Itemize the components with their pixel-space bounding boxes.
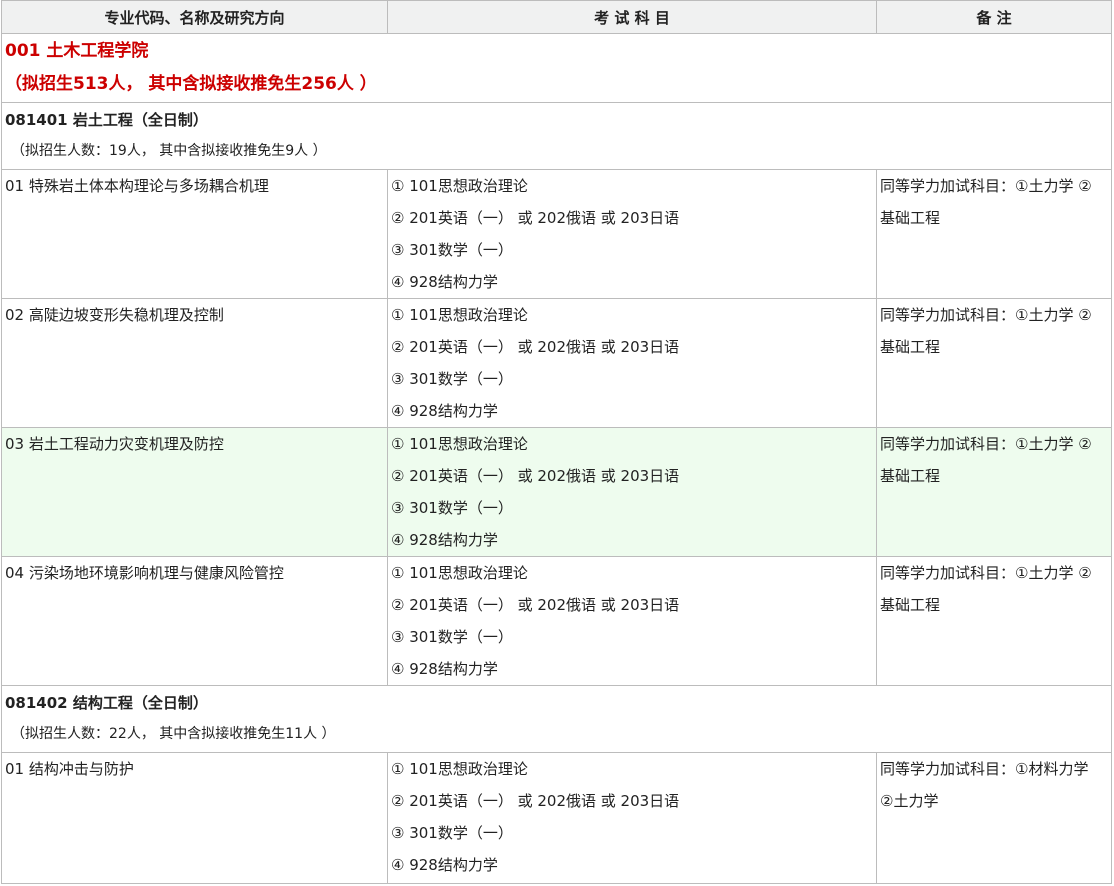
note-line: 同等学力加试科目：①土力学 ② bbox=[880, 564, 1092, 582]
major-title: 081402 结构工程（全日制） bbox=[5, 694, 208, 712]
direction-row: 01 特殊岩土体本构理论与多场耦合机理 ① 101思想政治理论 ② 201英语（… bbox=[1, 169, 1112, 299]
subject-item: ① 101思想政治理论 bbox=[391, 760, 528, 778]
direction-row: 01 结构冲击与防护 ① 101思想政治理论 ② 201英语（一） 或 202俄… bbox=[1, 752, 1112, 884]
major-quota: （拟招生人数：19人， 其中含拟接收推免生9人 ） bbox=[11, 143, 327, 159]
subject-item: ③ 301数学（一） bbox=[391, 628, 513, 646]
header-major: 专业代码、名称及研究方向 bbox=[1, 0, 388, 34]
subject-item: ④ 928结构力学 bbox=[391, 273, 498, 291]
note-line: 同等学力加试科目：①土力学 ② bbox=[880, 435, 1092, 453]
subject-item: ② 201英语（一） 或 202俄语 或 203日语 bbox=[391, 596, 680, 614]
subject-item: ③ 301数学（一） bbox=[391, 824, 513, 842]
direction-name: 04 污染场地环境影响机理与健康风险管控 bbox=[5, 564, 284, 582]
subject-item: ② 201英语（一） 或 202俄语 或 203日语 bbox=[391, 467, 680, 485]
header-row: 专业代码、名称及研究方向 考 试 科 目 备 注 bbox=[1, 0, 1112, 34]
school-quota: （拟招生513人， 其中含拟接收推免生256人 ） bbox=[5, 74, 377, 94]
major-row: 081402 结构工程（全日制） （拟招生人数：22人， 其中含拟接收推免生11… bbox=[1, 685, 1112, 753]
subject-item: ④ 928结构力学 bbox=[391, 856, 498, 874]
note-line: 同等学力加试科目：①材料力学 bbox=[880, 760, 1089, 778]
direction-name: 02 高陡边坡变形失稳机理及控制 bbox=[5, 306, 224, 324]
direction-name: 01 特殊岩土体本构理论与多场耦合机理 bbox=[5, 177, 269, 195]
school-row: 001 土木工程学院 （拟招生513人， 其中含拟接收推免生256人 ） bbox=[1, 33, 1112, 103]
note-line: ②土力学 bbox=[880, 792, 939, 810]
subject-item: ① 101思想政治理论 bbox=[391, 435, 528, 453]
direction-row: 02 高陡边坡变形失稳机理及控制 ① 101思想政治理论 ② 201英语（一） … bbox=[1, 298, 1112, 428]
header-subjects: 考 试 科 目 bbox=[387, 0, 877, 34]
catalog-table: 专业代码、名称及研究方向 考 试 科 目 备 注 001 土木工程学院 （拟招生… bbox=[1, 0, 1112, 884]
subject-item: ② 201英语（一） 或 202俄语 或 203日语 bbox=[391, 792, 680, 810]
subject-item: ③ 301数学（一） bbox=[391, 499, 513, 517]
note-line: 基础工程 bbox=[880, 467, 941, 485]
note-line: 同等学力加试科目：①土力学 ② bbox=[880, 177, 1092, 195]
note-line: 同等学力加试科目：①土力学 ② bbox=[880, 306, 1092, 324]
header-notes: 备 注 bbox=[876, 0, 1112, 34]
direction-name: 03 岩土工程动力灾变机理及防控 bbox=[5, 435, 224, 453]
direction-row: 04 污染场地环境影响机理与健康风险管控 ① 101思想政治理论 ② 201英语… bbox=[1, 556, 1112, 686]
direction-name: 01 结构冲击与防护 bbox=[5, 760, 134, 778]
subject-item: ④ 928结构力学 bbox=[391, 531, 498, 549]
note-line: 基础工程 bbox=[880, 209, 941, 227]
subject-item: ① 101思想政治理论 bbox=[391, 177, 528, 195]
note-line: 基础工程 bbox=[880, 338, 941, 356]
subject-item: ② 201英语（一） 或 202俄语 或 203日语 bbox=[391, 338, 680, 356]
subject-item: ③ 301数学（一） bbox=[391, 241, 513, 259]
major-quota: （拟招生人数：22人， 其中含拟接收推免生11人 ） bbox=[11, 726, 336, 742]
major-row: 081401 岩土工程（全日制） （拟招生人数：19人， 其中含拟接收推免生9人… bbox=[1, 102, 1112, 170]
subject-item: ④ 928结构力学 bbox=[391, 660, 498, 678]
subject-item: ③ 301数学（一） bbox=[391, 370, 513, 388]
subject-item: ④ 928结构力学 bbox=[391, 402, 498, 420]
school-name: 001 土木工程学院 bbox=[5, 41, 149, 61]
subject-item: ① 101思想政治理论 bbox=[391, 306, 528, 324]
subject-item: ① 101思想政治理论 bbox=[391, 564, 528, 582]
direction-row-highlighted: 03 岩土工程动力灾变机理及防控 ① 101思想政治理论 ② 201英语（一） … bbox=[1, 427, 1112, 557]
major-title: 081401 岩土工程（全日制） bbox=[5, 111, 208, 129]
subject-item: ② 201英语（一） 或 202俄语 或 203日语 bbox=[391, 209, 680, 227]
note-line: 基础工程 bbox=[880, 596, 941, 614]
